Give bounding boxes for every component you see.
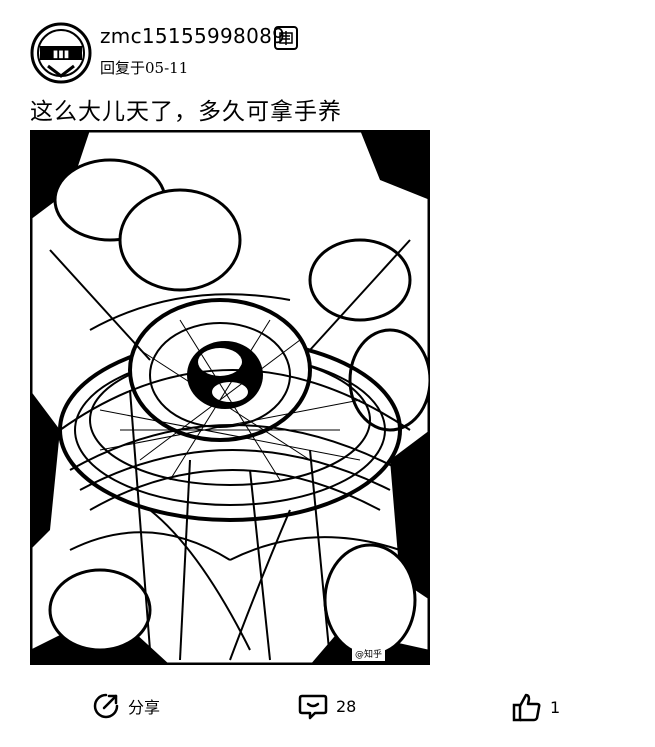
comment-icon: [298, 694, 328, 720]
share-button[interactable]: 分享: [92, 692, 160, 720]
username[interactable]: zmc15155998089: [100, 24, 285, 48]
svg-text:▮▮▮: ▮▮▮: [53, 49, 70, 60]
level-badge-icon: [274, 26, 298, 50]
like-button[interactable]: 1: [512, 692, 560, 722]
share-icon: [93, 693, 119, 719]
action-bar: 分享 28 1: [0, 692, 655, 728]
like-count: 1: [550, 697, 561, 717]
post-image[interactable]: [29, 129, 432, 666]
comment-button[interactable]: 28: [298, 692, 356, 720]
comment-count: 28: [336, 696, 357, 716]
image-watermark: @知乎: [352, 646, 386, 661]
post-text: 这么大儿天了，多久可拿手养: [30, 99, 342, 125]
avatar[interactable]: ▮▮▮: [30, 22, 92, 84]
reply-date: 回复于05-11: [100, 59, 189, 77]
thumbs-up-icon: [512, 693, 541, 722]
share-label: 分享: [128, 698, 161, 717]
